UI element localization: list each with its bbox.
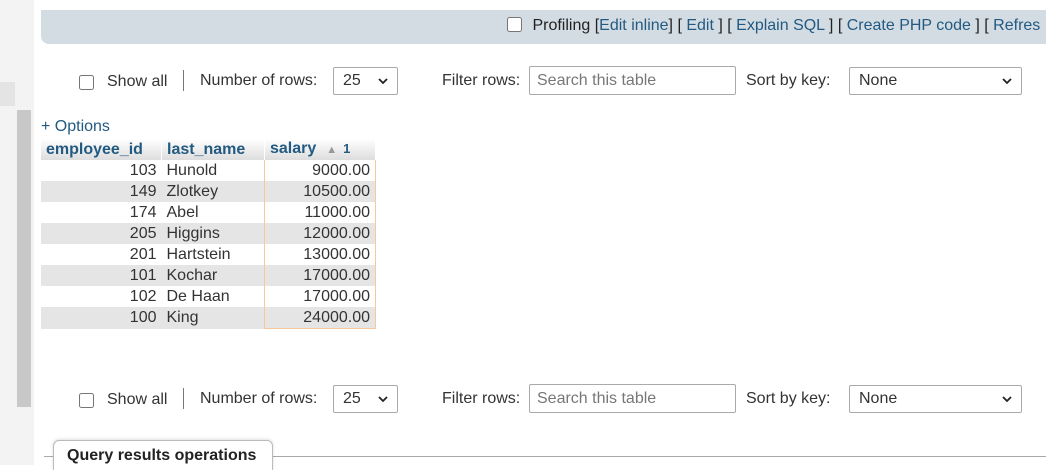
edit-inline-link[interactable]: Edit inline bbox=[599, 17, 668, 34]
table-row[interactable]: 101 Kochar 17000.00 bbox=[41, 265, 376, 286]
cell-salary[interactable]: 12000.00 bbox=[264, 223, 376, 244]
column-header-link[interactable]: last_name bbox=[167, 141, 245, 158]
sort-by-key-label: Sort by key: bbox=[746, 390, 831, 407]
filter-rows-label: Filter rows: bbox=[442, 390, 521, 407]
separator bbox=[183, 388, 184, 409]
bracket: ] [ bbox=[668, 17, 687, 34]
table-row[interactable]: 205 Higgins 12000.00 bbox=[41, 223, 376, 244]
show-all-label[interactable]: Show all bbox=[107, 391, 167, 409]
cell-last-name[interactable]: Kochar bbox=[161, 265, 265, 286]
filter-rows-input[interactable] bbox=[529, 66, 736, 95]
number-of-rows-select[interactable]: 25 bbox=[333, 67, 398, 95]
cell-salary[interactable]: 10500.00 bbox=[264, 181, 376, 202]
number-of-rows-value: 25 bbox=[343, 72, 361, 89]
sort-by-key-label: Sort by key: bbox=[746, 72, 831, 89]
cell-employee-id[interactable]: 174 bbox=[41, 202, 162, 223]
chevron-down-icon bbox=[378, 78, 388, 85]
explain-sql-link[interactable]: Explain SQL bbox=[736, 17, 824, 34]
table-row[interactable]: 201 Hartstein 13000.00 bbox=[41, 244, 376, 265]
profiling-label: Profiling bbox=[532, 17, 591, 34]
bracket: ] [ bbox=[824, 17, 847, 34]
cell-last-name[interactable]: Zlotkey bbox=[161, 181, 265, 202]
number-of-rows-value: 25 bbox=[343, 390, 361, 407]
profiling-checkbox[interactable] bbox=[507, 17, 522, 32]
cell-employee-id[interactable]: 201 bbox=[41, 244, 162, 265]
bracket: ] [ bbox=[970, 17, 994, 34]
table-row[interactable]: 103 Hunold 9000.00 bbox=[41, 160, 376, 181]
cell-salary[interactable]: 9000.00 bbox=[264, 160, 376, 181]
scrollbar-thumb[interactable] bbox=[17, 110, 31, 407]
table-navigation-top: Show all Number of rows: 25 Filter rows:… bbox=[0, 66, 1046, 98]
sort-order-number: 1 bbox=[343, 141, 351, 156]
column-header-employee-id[interactable]: employee_id bbox=[41, 139, 162, 160]
column-header-link[interactable]: salary bbox=[270, 140, 316, 157]
chevron-down-icon bbox=[1002, 396, 1012, 403]
column-header-last-name[interactable]: last_name bbox=[161, 139, 265, 160]
table-header-row: employee_id last_name salary ▲ 1 bbox=[41, 139, 376, 160]
edit-link[interactable]: Edit bbox=[686, 17, 714, 34]
sort-by-key-select[interactable]: None bbox=[849, 67, 1022, 95]
cell-last-name[interactable]: De Haan bbox=[161, 286, 265, 307]
options-link[interactable]: + Options bbox=[41, 118, 110, 136]
cell-employee-id[interactable]: 100 bbox=[41, 307, 162, 329]
chevron-down-icon bbox=[378, 396, 388, 403]
filter-rows-input[interactable] bbox=[529, 384, 736, 413]
cell-salary[interactable]: 17000.00 bbox=[264, 265, 376, 286]
bracket: ] [ bbox=[713, 17, 737, 34]
profiling-bar: Profiling [Edit inline] [ Edit ] [ Expla… bbox=[41, 10, 1046, 44]
cell-employee-id[interactable]: 102 bbox=[41, 286, 162, 307]
cell-last-name[interactable]: Higgins bbox=[161, 223, 265, 244]
column-header-link[interactable]: employee_id bbox=[46, 141, 143, 158]
cell-employee-id[interactable]: 103 bbox=[41, 160, 162, 181]
separator bbox=[183, 70, 184, 91]
cell-last-name[interactable]: Abel bbox=[161, 202, 265, 223]
results-table: employee_id last_name salary ▲ 1 103 Hunol… bbox=[41, 139, 376, 329]
cell-salary[interactable]: 11000.00 bbox=[264, 202, 376, 223]
cell-employee-id[interactable]: 205 bbox=[41, 223, 162, 244]
table-row[interactable]: 174 Abel 11000.00 bbox=[41, 202, 376, 223]
number-of-rows-select[interactable]: 25 bbox=[333, 385, 398, 413]
query-results-operations-tab[interactable]: Query results operations bbox=[53, 440, 273, 470]
create-php-code-link[interactable]: Create PHP code bbox=[847, 17, 971, 34]
sort-by-key-select[interactable]: None bbox=[849, 385, 1022, 413]
show-all-checkbox[interactable] bbox=[79, 393, 94, 408]
cell-last-name[interactable]: Hunold bbox=[161, 160, 265, 181]
table-row[interactable]: 100 King 24000.00 bbox=[41, 307, 376, 329]
number-of-rows-label: Number of rows: bbox=[200, 390, 318, 407]
cell-last-name[interactable]: Hartstein bbox=[161, 244, 265, 265]
filter-rows-label: Filter rows: bbox=[442, 72, 521, 89]
cell-employee-id[interactable]: 149 bbox=[41, 181, 162, 202]
table-row[interactable]: 102 De Haan 17000.00 bbox=[41, 286, 376, 307]
table-row[interactable]: 149 Zlotkey 10500.00 bbox=[41, 181, 376, 202]
number-of-rows-label: Number of rows: bbox=[200, 72, 318, 89]
show-all-label[interactable]: Show all bbox=[107, 73, 167, 91]
sort-by-key-value: None bbox=[859, 72, 898, 89]
table-navigation-bottom: Show all Number of rows: 25 Filter rows:… bbox=[0, 384, 1046, 416]
cell-salary[interactable]: 17000.00 bbox=[264, 286, 376, 307]
cell-salary[interactable]: 13000.00 bbox=[264, 244, 376, 265]
sort-by-key-value: None bbox=[859, 390, 898, 407]
cell-last-name[interactable]: King bbox=[161, 307, 265, 329]
sort-ascending-icon: ▲ bbox=[326, 144, 338, 156]
refresh-link[interactable]: Refres bbox=[993, 17, 1040, 34]
cell-salary[interactable]: 24000.00 bbox=[264, 307, 376, 329]
cell-employee-id[interactable]: 101 bbox=[41, 265, 162, 286]
column-header-salary[interactable]: salary ▲ 1 bbox=[264, 139, 376, 160]
chevron-down-icon bbox=[1002, 78, 1012, 85]
show-all-checkbox[interactable] bbox=[79, 75, 94, 90]
